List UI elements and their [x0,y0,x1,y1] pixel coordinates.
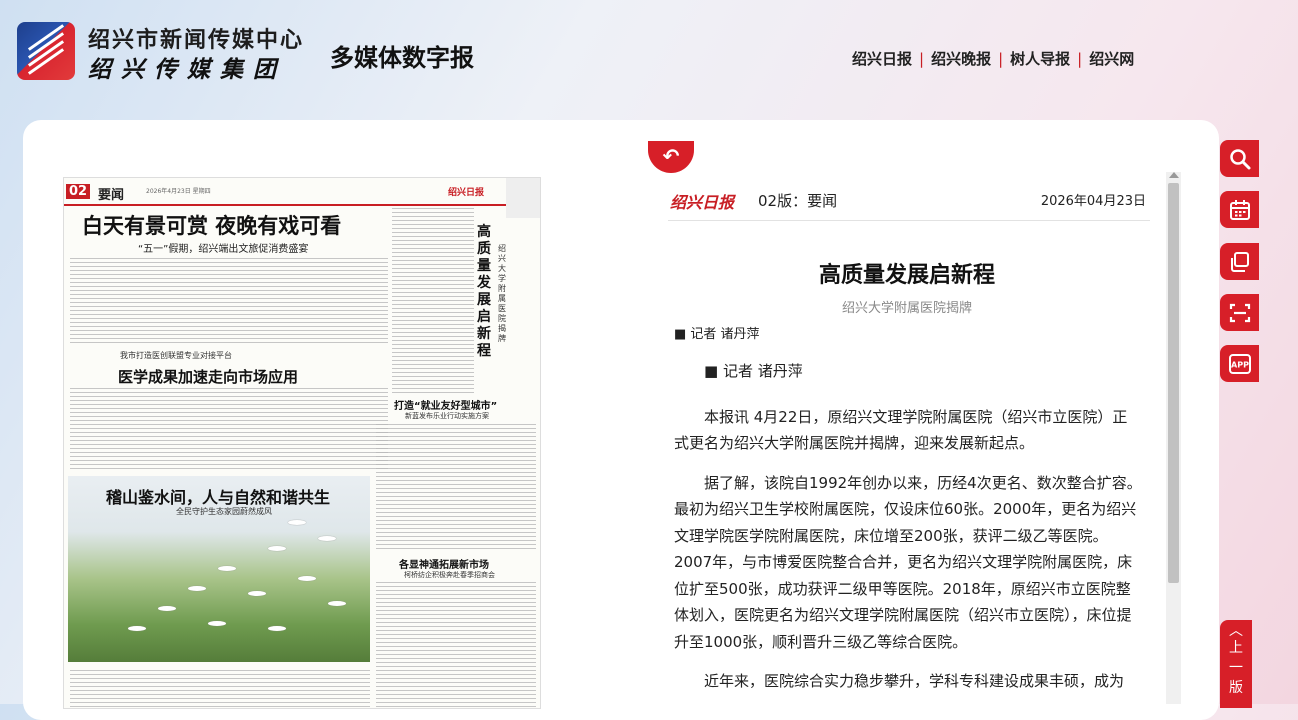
paper-photo-sub: 全民守护生态家园蔚然成风 [176,507,272,516]
paper-text-block [70,670,370,708]
media-center-logo[interactable] [17,22,75,80]
paper-text-block [376,582,536,708]
nav-shuren-guide[interactable]: 树人导报 [1010,48,1070,69]
article-paragraph: 据了解，该院自1992年创办以来，历经4次更名、数次整合扩容。最初为绍兴卫生学校… [674,473,1142,651]
prev-label-char: 上 [1229,640,1243,656]
scan-icon [1229,303,1250,322]
nav-separator: | [919,49,925,68]
top-nav: 绍兴日报 | 绍兴晚报 | 树人导报 | 绍兴网 [852,48,1134,69]
article-paper-logo: 绍兴日报 [670,193,735,212]
paper-vertical-sub: 绍兴大学附属医院揭牌 [498,244,506,343]
paper-text-block [70,388,388,472]
article-body: ■ 记者 诸丹萍 本报讯 4月22日，原绍兴文理学院附属医院（绍兴市立医院）正式… [674,358,1142,708]
paper-text-block [376,424,536,550]
paper-photo-egrets[interactable]: 稽山鉴水间，人与自然和谐共生 全民守护生态家园蔚然成风 [68,476,370,662]
brand-group-name: 绍兴传媒集团 [88,56,286,83]
article-date: 2026年04月23日 [1040,194,1146,209]
copy-icon [1230,251,1249,272]
prev-label-char: 一 [1229,660,1243,676]
article-header: 绍兴日报 02版：要闻 2026年04月23日 [668,186,1150,221]
paper-corner-box [506,178,540,218]
chevron-up-icon: ︿ [1229,623,1243,639]
nav-shaoxing-evening[interactable]: 绍兴晚报 [931,48,991,69]
app-label: APP [1231,360,1249,369]
paper-page-number: 02 [66,184,91,199]
paper-photo-title: 稽山鉴水间，人与自然和谐共生 [106,488,331,507]
paper-story3-title[interactable]: 打造“就业友好型城市” [394,397,497,412]
paper-date: 2026年4月23日 星期四 [146,188,211,195]
article-paragraph: 本报讯 4月22日，原绍兴文理学院附属医院（绍兴市立医院）正式更名为绍兴大学附属… [674,407,1128,453]
paper-text-block [70,258,388,346]
search-button[interactable] [1220,140,1259,177]
paper-headline[interactable]: 白天有景可赏 夜晚有戏可看 [82,210,341,240]
scrollbar-up-arrow[interactable] [1169,172,1179,178]
nav-separator: | [998,49,1004,68]
brand-subtitle: 多媒体数字报 [330,43,474,72]
paper-text-block [392,208,474,394]
calendar-button[interactable] [1220,191,1259,228]
return-arrow-icon: ↶ [662,144,680,168]
paper-story4-sub: 柯桥纺企积极奔赴春季招商会 [404,571,495,579]
paper-section: 要闻 [98,188,125,203]
paper-story2-title[interactable]: 医学成果加速走向市场应用 [118,366,298,387]
app-button[interactable]: APP [1220,345,1259,382]
nav-shaoxing-net[interactable]: 绍兴网 [1089,48,1134,69]
site-header: 绍兴市新闻传媒中心 绍兴传媒集团 多媒体数字报 绍兴日报 | 绍兴晚报 | 树人… [0,0,1298,100]
scan-button[interactable] [1220,294,1259,331]
paper-story2-kicker: 我市打造医创联盟专业对接平台 [120,351,232,360]
article-author-inline: ■ 记者 诸丹萍 [704,362,803,380]
nav-shaoxing-daily[interactable]: 绍兴日报 [852,48,912,69]
newspaper-page-image[interactable]: 02 要闻 2026年4月23日 星期四 绍兴日报 白天有景可赏 夜晚有戏可看 … [63,177,541,709]
article-subtitle: 绍兴大学附属医院揭牌 [841,301,972,316]
paper-headline-sub: “五一”假期，绍兴端出文旅促消费盛宴 [138,244,309,255]
article-paragraph: 近年来，医院综合实力稳步攀升，学科专科建设成果丰硕，成为 [704,672,1125,690]
previous-page-button[interactable]: ︿ 上 一 版 [1220,620,1252,708]
article-author-top: ■ 记者 诸丹萍 [674,327,760,342]
scrollbar-thumb[interactable] [1168,183,1179,583]
calendar-icon [1229,199,1250,220]
article-page-label: 02版：要闻 [758,192,838,210]
paper-story3-sub: 新蓝发布乐业行动实施方案 [405,412,489,420]
nav-separator: | [1077,49,1083,68]
search-icon [1229,148,1250,169]
app-icon: APP [1228,353,1251,374]
article-title: 高质量发展启新程 [818,263,995,288]
paper-masthead: 绍兴日报 [448,188,485,198]
prev-label-char: 版 [1229,680,1243,696]
paper-vertical-title[interactable]: 高质量发展启新程 [477,224,499,360]
copy-button[interactable] [1220,243,1259,280]
paper-story4-title[interactable]: 各显神通拓展新市场 [399,556,489,571]
